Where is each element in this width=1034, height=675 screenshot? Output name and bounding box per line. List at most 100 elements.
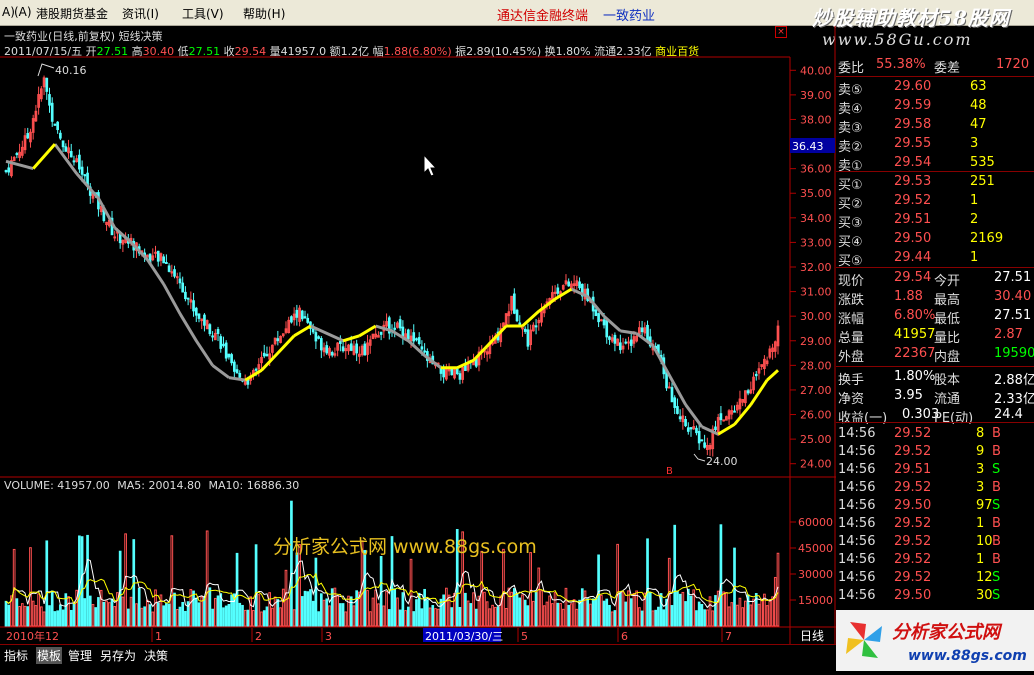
volume-bar: [15, 598, 19, 627]
volume-bar: [246, 609, 250, 627]
volume-bar: [61, 609, 65, 627]
volume-bar: [521, 594, 524, 627]
price-tick-label: 32.00: [800, 261, 832, 274]
sell-level-price: 29.54: [894, 155, 932, 170]
tick-direction: B: [992, 426, 1001, 441]
volume-bar: [496, 606, 500, 627]
tick-price: 29.52: [894, 570, 932, 585]
tick-time: 14:56: [838, 570, 876, 585]
candle-body: [415, 338, 418, 341]
candle-body: [646, 324, 649, 341]
volume-ma10-value: 16886.30: [247, 479, 300, 492]
volume-bar: [140, 607, 144, 627]
tab-indicator[interactable]: 指标: [4, 647, 28, 664]
bottom-toolbar: 指标 模板 管理 另存为 决策: [0, 644, 836, 664]
price-tick-label: 31.00: [800, 286, 832, 299]
candle-body: [208, 324, 212, 335]
volume-bar: [610, 611, 614, 627]
volume-bar: [254, 544, 258, 627]
volume-bar: [42, 611, 46, 627]
candle-body: [216, 329, 220, 334]
sell-level-volume: 48: [970, 98, 987, 113]
volume-bar: [561, 608, 565, 627]
volume-bar: [616, 543, 619, 627]
tab-manage[interactable]: 管理: [68, 647, 92, 664]
volume-legend-value: 41957.00: [57, 479, 110, 492]
volume-bar: [181, 601, 185, 627]
date-label-2: 2: [255, 630, 262, 643]
volume-bar: [311, 600, 315, 627]
volume-bar: [173, 592, 176, 627]
volume-bar: [725, 592, 728, 627]
volume-bar: [205, 530, 209, 627]
candle-body: [154, 251, 157, 254]
volume-bar: [238, 602, 242, 627]
stat-value: 2.88亿: [994, 373, 1034, 388]
stat-label: PE(动): [934, 411, 974, 426]
stat-row: 涨幅 6.80% 最低 27.51: [836, 307, 1032, 327]
volume-bar: [374, 589, 378, 627]
volume-bar: [347, 595, 350, 627]
volume-bar: [110, 598, 114, 627]
volume-bar: [654, 609, 658, 627]
candle-body: [341, 346, 345, 352]
tab-decision[interactable]: 决策: [144, 647, 168, 664]
volume-bar: [262, 610, 266, 627]
stat-label: 收益(一): [838, 411, 888, 426]
volume-bar: [368, 611, 372, 627]
tab-save-as[interactable]: 另存为: [100, 647, 136, 664]
volume-bar: [303, 590, 307, 627]
date-label-cursor: 2011/03/30/三: [425, 630, 503, 643]
volume-bar: [34, 605, 38, 627]
volume-bar: [406, 606, 410, 627]
tick-row: 14:56 29.52 1 B: [836, 515, 1032, 534]
candle-body: [72, 160, 76, 163]
tick-direction: B: [992, 444, 1001, 459]
volume-bar: [458, 606, 462, 627]
candle-body: [295, 309, 299, 318]
sell-level-label: 卖⑤: [838, 83, 863, 98]
volume-bar: [730, 602, 734, 627]
tick-price: 29.52: [894, 552, 932, 567]
volume-bar: [208, 587, 212, 627]
stat-label: 涨跌: [838, 293, 865, 308]
volume-bar: [773, 576, 777, 627]
candle-body: [684, 418, 687, 427]
kline-chart[interactable]: 40.0039.0038.0037.0036.0035.0034.0033.00…: [0, 0, 836, 644]
volume-bar: [686, 588, 690, 627]
candle-body: [290, 316, 293, 323]
candle-body: [526, 329, 530, 347]
price-tick-label: 36.00: [800, 163, 832, 176]
volume-bar: [469, 603, 473, 627]
volume-bar: [529, 552, 532, 627]
candle-body: [59, 132, 62, 139]
stat-value: 1.88: [894, 289, 923, 304]
volume-bar: [194, 597, 198, 627]
candle-body: [703, 442, 706, 448]
sell-level-price: 29.58: [894, 117, 932, 132]
high-label: 40.16: [55, 64, 87, 77]
candle-body: [618, 342, 622, 351]
tab-template[interactable]: 模板: [36, 647, 63, 664]
watermark-text: 分析家公式网 www.88gs.com: [273, 536, 537, 558]
current-price-tag: 36.43: [792, 140, 824, 153]
volume-bar: [290, 500, 293, 627]
candle-body: [629, 339, 633, 346]
volume-bar: [37, 593, 40, 627]
volume-bar: [583, 590, 587, 627]
candle-body: [613, 334, 617, 344]
volume-bar: [542, 605, 546, 627]
volume-bar: [363, 549, 367, 627]
volume-bar: [537, 567, 541, 627]
tick-time: 14:56: [838, 462, 876, 477]
volume-bar: [91, 603, 95, 627]
volume-bar: [483, 591, 486, 627]
volume-bar: [515, 592, 519, 627]
volume-bar: [344, 611, 348, 627]
volume-bar: [341, 603, 345, 627]
candle-body: [676, 406, 679, 414]
volume-bar: [705, 609, 709, 627]
low-marker: 24.00 B: [666, 453, 738, 477]
tick-time: 14:56: [838, 534, 876, 549]
volume-bar: [540, 590, 543, 627]
